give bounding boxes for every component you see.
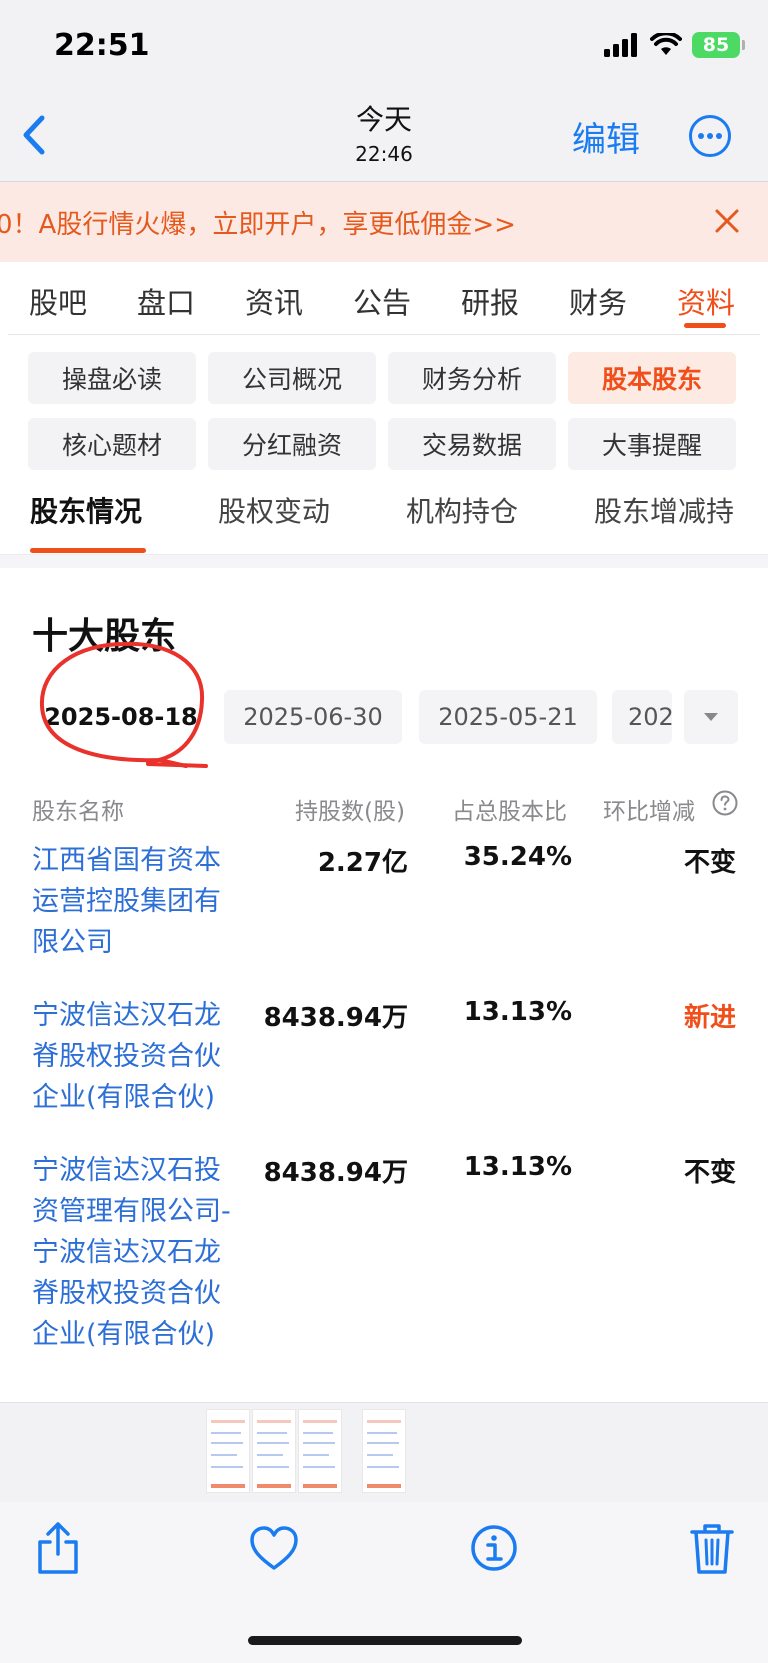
- col-header-ratio: 占总股本比: [452, 799, 567, 825]
- status-bar: 22:51 85: [0, 0, 768, 90]
- trash-icon[interactable]: [686, 1520, 738, 1576]
- subtab-equity-changes[interactable]: 股权变动: [218, 490, 330, 530]
- tab-profile[interactable]: 资料: [652, 262, 760, 334]
- shareholder-change-3: 不变: [683, 1158, 736, 1188]
- info-icon[interactable]: [468, 1520, 520, 1576]
- col-header-shares: 持股数(股): [295, 799, 405, 825]
- subtab-active-indicator: [30, 548, 146, 553]
- subtab-shareholders[interactable]: 股东情况: [30, 490, 142, 530]
- subtab-institutional-holdings[interactable]: 机构持仓: [406, 490, 518, 530]
- caret-down-icon: [704, 713, 718, 721]
- shareholder-ratio-3: 13.13%: [463, 1152, 572, 1182]
- shareholder-change-1: 不变: [683, 848, 736, 878]
- tab-announcements[interactable]: 公告: [328, 262, 436, 334]
- col-header-name: 股东名称: [32, 799, 124, 825]
- chip-trading-must-read[interactable]: 操盘必读: [28, 352, 196, 404]
- battery-level: 85: [702, 34, 730, 56]
- chip-share-capital-holders[interactable]: 股本股东: [568, 352, 736, 404]
- photo-thumbnail-strip: [0, 1402, 768, 1502]
- date-dropdown-button[interactable]: [684, 690, 738, 744]
- more-icon[interactable]: [688, 114, 732, 158]
- stock-profile-page: 股吧 盘口 资讯 公告 研报 财务 资料 操盘必读 公司概况 财务分析 股本股东…: [0, 262, 768, 1402]
- shareholder-change-2: 新进: [683, 1003, 736, 1033]
- shareholder-shares-2: 8438.94万: [263, 1003, 408, 1033]
- status-icons: 85: [604, 32, 745, 58]
- shareholder-ratio-2: 13.13%: [463, 997, 572, 1027]
- banner-text[interactable]: 0！A股行情火爆，立即开户，享更低佣金>>: [0, 204, 516, 241]
- nav-title-time: 22:46: [355, 142, 413, 166]
- shareholder-shares-3: 8438.94万: [263, 1158, 408, 1188]
- nav-title: 今天 22:46: [0, 98, 768, 166]
- share-icon[interactable]: [32, 1520, 84, 1576]
- status-time: 22:51: [54, 28, 150, 63]
- battery-icon: 85: [692, 32, 745, 58]
- profile-category-grid: 操盘必读 公司概况 财务分析 股本股东 核心题材 分红融资 交易数据 大事提醒: [28, 352, 740, 470]
- red-circle-annotation: [39, 641, 208, 768]
- section-divider: [0, 554, 768, 568]
- tab-news[interactable]: 资讯: [220, 262, 328, 334]
- chip-trading-data[interactable]: 交易数据: [388, 418, 556, 470]
- date-chip-2[interactable]: 2025-06-30: [224, 690, 402, 744]
- chip-company-overview[interactable]: 公司概况: [208, 352, 376, 404]
- photo-thumbnail[interactable]: [252, 1409, 296, 1493]
- tab-finance[interactable]: 财务: [544, 262, 652, 334]
- date-chip-3[interactable]: 2025-05-21: [419, 690, 597, 744]
- shareholder-name-2[interactable]: 宁波信达汉石龙脊股权投资合伙企业(有限合伙): [32, 995, 232, 1118]
- tabs-divider: [8, 334, 760, 335]
- sub-tabs: 股东情况 股权变动 机构持仓 股东增减持: [0, 490, 768, 550]
- subtab-holding-changes[interactable]: 股东增减持: [594, 490, 734, 530]
- shareholder-name-1[interactable]: 江西省国有资本运营控股集团有限公司: [32, 840, 232, 963]
- photo-thumbnail[interactable]: [298, 1409, 342, 1493]
- chip-core-themes[interactable]: 核心题材: [28, 418, 196, 470]
- shareholder-ratio-1: 35.24%: [463, 842, 572, 872]
- help-icon[interactable]: [712, 790, 738, 816]
- chip-event-reminders[interactable]: 大事提醒: [568, 418, 736, 470]
- close-icon[interactable]: [710, 204, 744, 238]
- wifi-icon: [650, 33, 682, 55]
- main-tabs: 股吧 盘口 资讯 公告 研报 财务 资料: [0, 262, 768, 334]
- col-header-change: 环比增减: [603, 799, 695, 825]
- tab-guba[interactable]: 股吧: [4, 262, 112, 334]
- chip-financial-analysis[interactable]: 财务分析: [388, 352, 556, 404]
- shareholder-shares-1: 2.27亿: [317, 848, 408, 878]
- nav-bar: 今天 22:46 编辑: [0, 90, 768, 182]
- edit-button[interactable]: 编辑: [572, 112, 640, 161]
- tab-research[interactable]: 研报: [436, 262, 544, 334]
- date-chip-4[interactable]: 202: [612, 690, 672, 744]
- nav-title-date: 今天: [355, 103, 412, 136]
- photo-thumbnail[interactable]: [206, 1409, 250, 1493]
- home-indicator[interactable]: [248, 1636, 522, 1645]
- signal-icon: [604, 33, 637, 57]
- photo-thumbnail-current[interactable]: [362, 1409, 406, 1493]
- tab-pankou[interactable]: 盘口: [112, 262, 220, 334]
- shareholder-name-3[interactable]: 宁波信达汉石投资管理有限公司-宁波信达汉石龙脊股权投资合伙企业(有限合伙): [32, 1150, 232, 1355]
- chip-dividends-financing[interactable]: 分红融资: [208, 418, 376, 470]
- promo-banner[interactable]: 0！A股行情火爆，立即开户，享更低佣金>>: [0, 182, 768, 262]
- heart-icon[interactable]: [248, 1520, 300, 1576]
